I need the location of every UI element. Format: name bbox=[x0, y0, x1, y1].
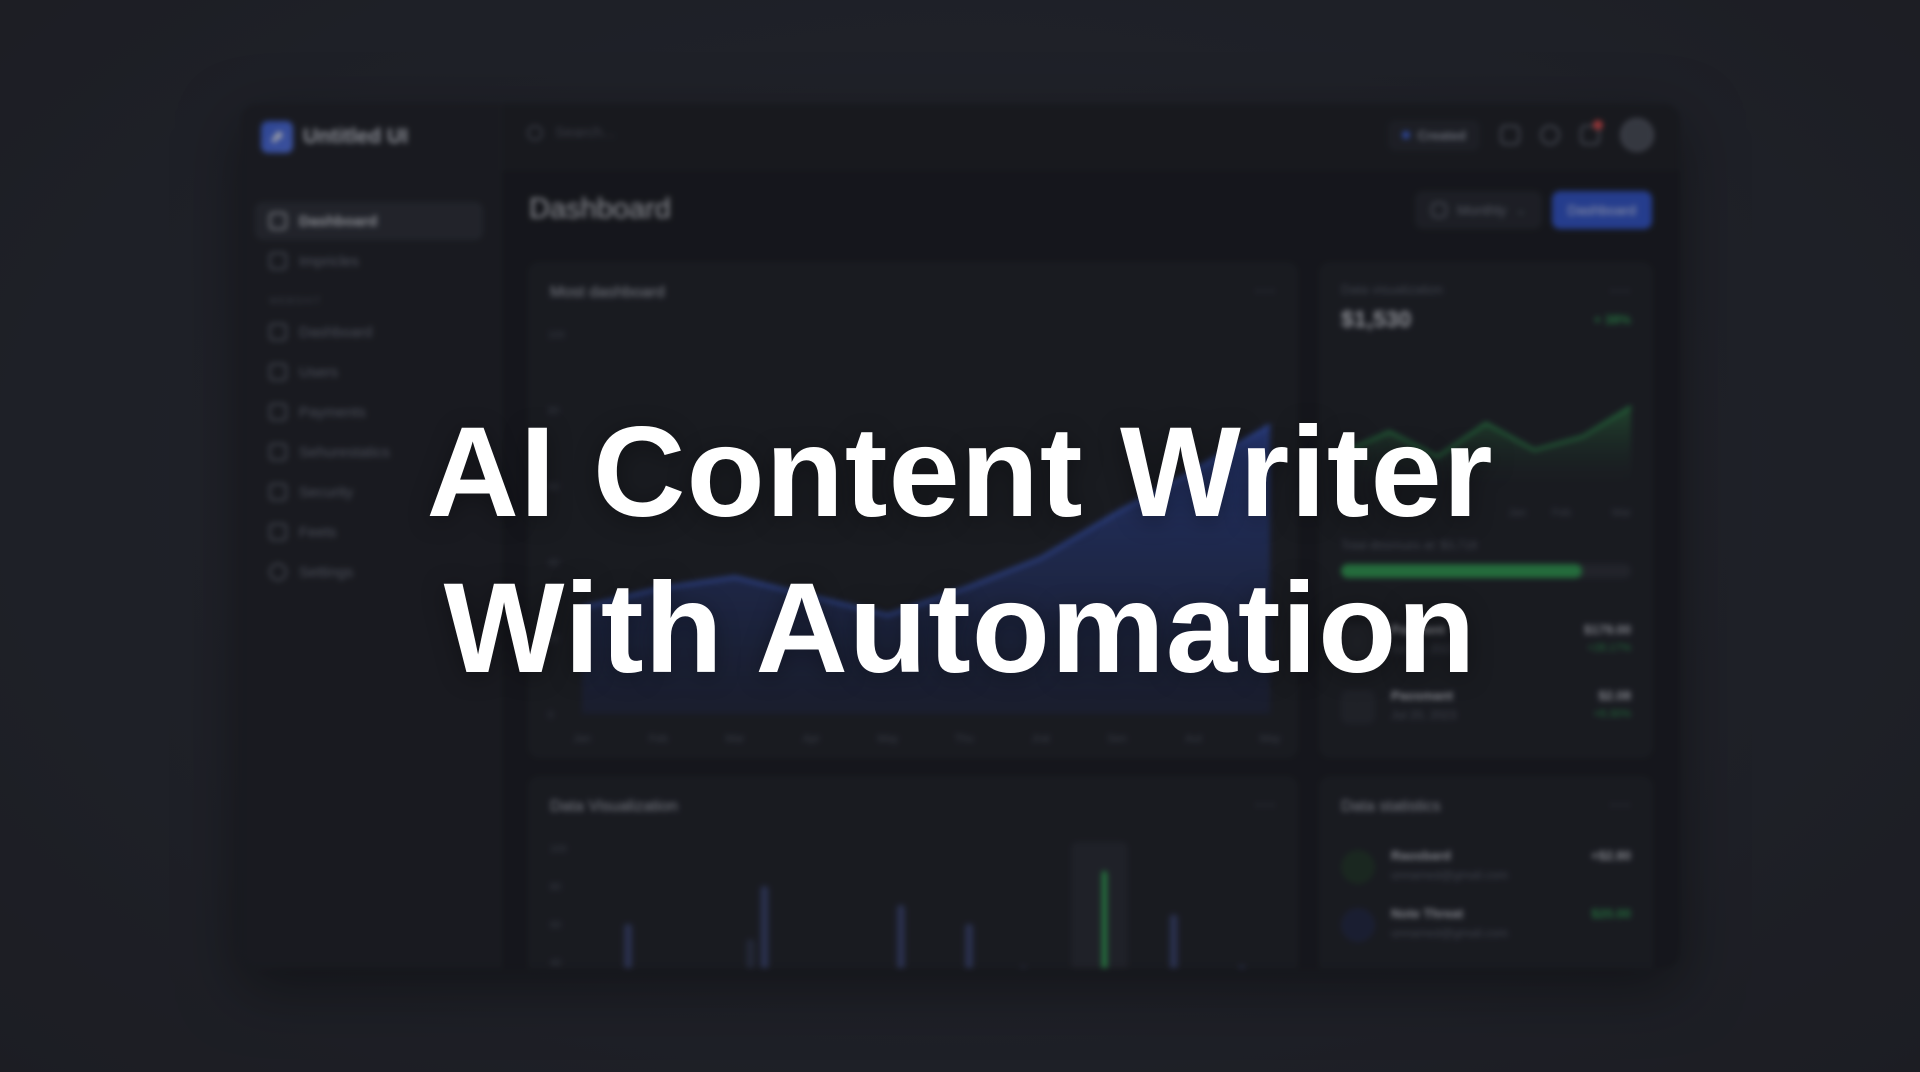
headline: AI Content Writer With Automation bbox=[0, 395, 1920, 707]
stage: ⬈ Untitled UI Dashboard Impricles WEBSHI… bbox=[0, 0, 1920, 1072]
headline-line-1: AI Content Writer bbox=[426, 401, 1494, 544]
headline-line-2: With Automation bbox=[443, 557, 1477, 700]
